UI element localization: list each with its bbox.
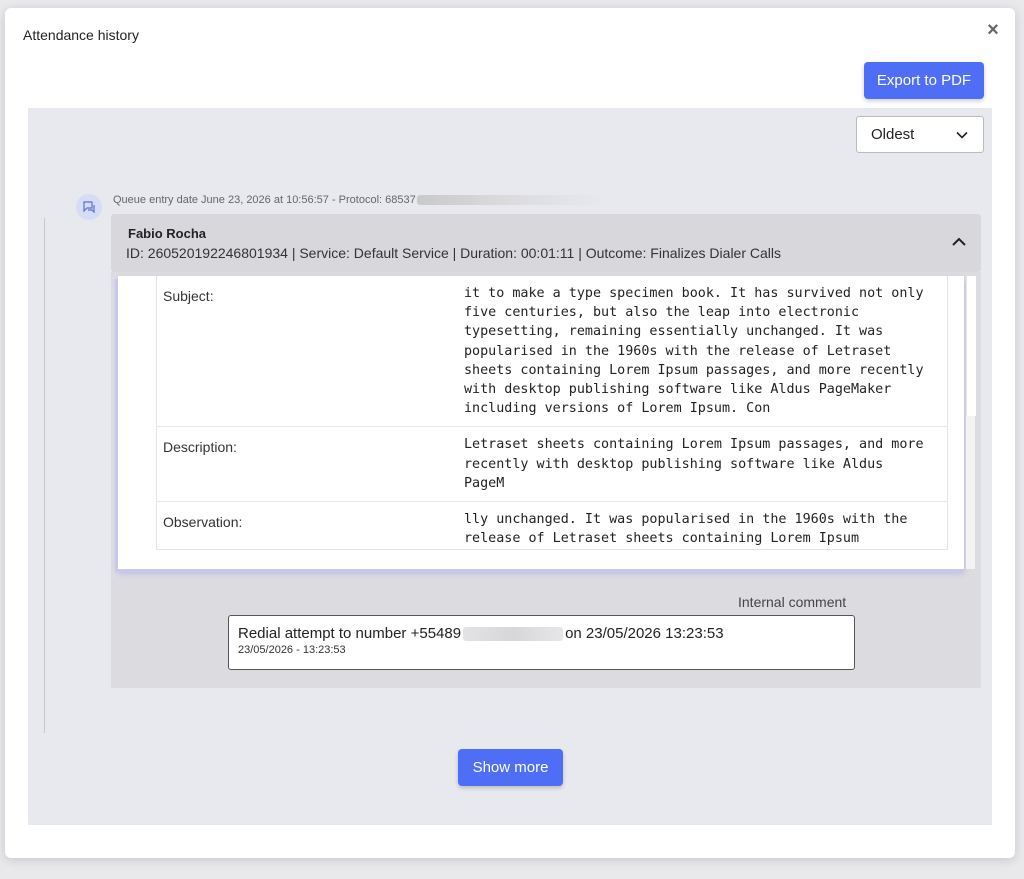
internal-comment-box: Redial attempt to number +55489 on 23/05/… bbox=[228, 615, 855, 670]
chevron-up-icon[interactable] bbox=[951, 234, 967, 250]
field-label: Description: bbox=[163, 439, 237, 456]
field-value: Letraset sheets containing Lorem Ipsum p… bbox=[464, 437, 932, 491]
comment-prefix: Redial attempt to number +55489 bbox=[238, 625, 462, 642]
attendance-meta: ID: 260520192246801934 | Service: Defaul… bbox=[126, 245, 782, 261]
comment-text: Redial attempt to number +55489 on 23/05/… bbox=[238, 625, 845, 642]
agent-name: Fabio Rocha bbox=[128, 226, 207, 241]
modal-title: Attendance history bbox=[23, 27, 139, 43]
show-more-button[interactable]: Show more bbox=[458, 749, 563, 786]
field-row-observation: Observation: lly unchanged. It was popul… bbox=[157, 502, 947, 549]
comment-date: 23/05/2026 - 13:23:53 bbox=[238, 644, 346, 656]
export-pdf-button[interactable]: Export to PDF bbox=[864, 62, 984, 99]
field-row-subject: Subject: it to make a type specimen book… bbox=[157, 276, 947, 428]
comment-suffix: on 23/05/2026 13:23:53 bbox=[565, 625, 724, 642]
close-icon[interactable]: × bbox=[983, 20, 1003, 40]
field-row-description: Description: Letraset sheets containing … bbox=[157, 427, 947, 503]
attendance-history-modal: Attendance history × Export to PDF Oldes… bbox=[5, 8, 1015, 858]
chat-icon bbox=[76, 194, 102, 220]
details-fields: Subject: it to make a type specimen book… bbox=[156, 276, 948, 550]
timeline-line bbox=[44, 218, 45, 733]
queue-entry-text: Queue entry date June 23, 2026 at 10:56:… bbox=[113, 194, 416, 206]
field-label: Observation: bbox=[163, 514, 243, 531]
scrollbar-thumb[interactable] bbox=[966, 276, 976, 416]
field-label: Subject: bbox=[163, 288, 214, 304]
field-value: lly unchanged. It was popularised in the… bbox=[464, 512, 916, 547]
sort-order-select[interactable]: Oldest bbox=[856, 116, 984, 153]
chevron-down-icon bbox=[956, 131, 968, 139]
attendance-card-body: Subject: it to make a type specimen book… bbox=[111, 272, 981, 688]
sort-selected-value: Oldest bbox=[871, 126, 915, 143]
attendance-card-header[interactable]: Fabio Rocha ID: 260520192246801934 | Ser… bbox=[111, 214, 981, 272]
details-scroll-panel[interactable]: Subject: it to make a type specimen book… bbox=[118, 276, 964, 569]
redacted-phone bbox=[463, 627, 564, 642]
queue-entry-meta: Queue entry date June 23, 2026 at 10:56:… bbox=[113, 194, 607, 206]
internal-comment-label: Internal comment bbox=[738, 594, 847, 610]
history-content: Oldest Queue entry date June 23, 2026 at… bbox=[28, 108, 992, 825]
field-value: it to make a type specimen book. It has … bbox=[464, 286, 932, 417]
redacted-protocol bbox=[416, 195, 607, 206]
